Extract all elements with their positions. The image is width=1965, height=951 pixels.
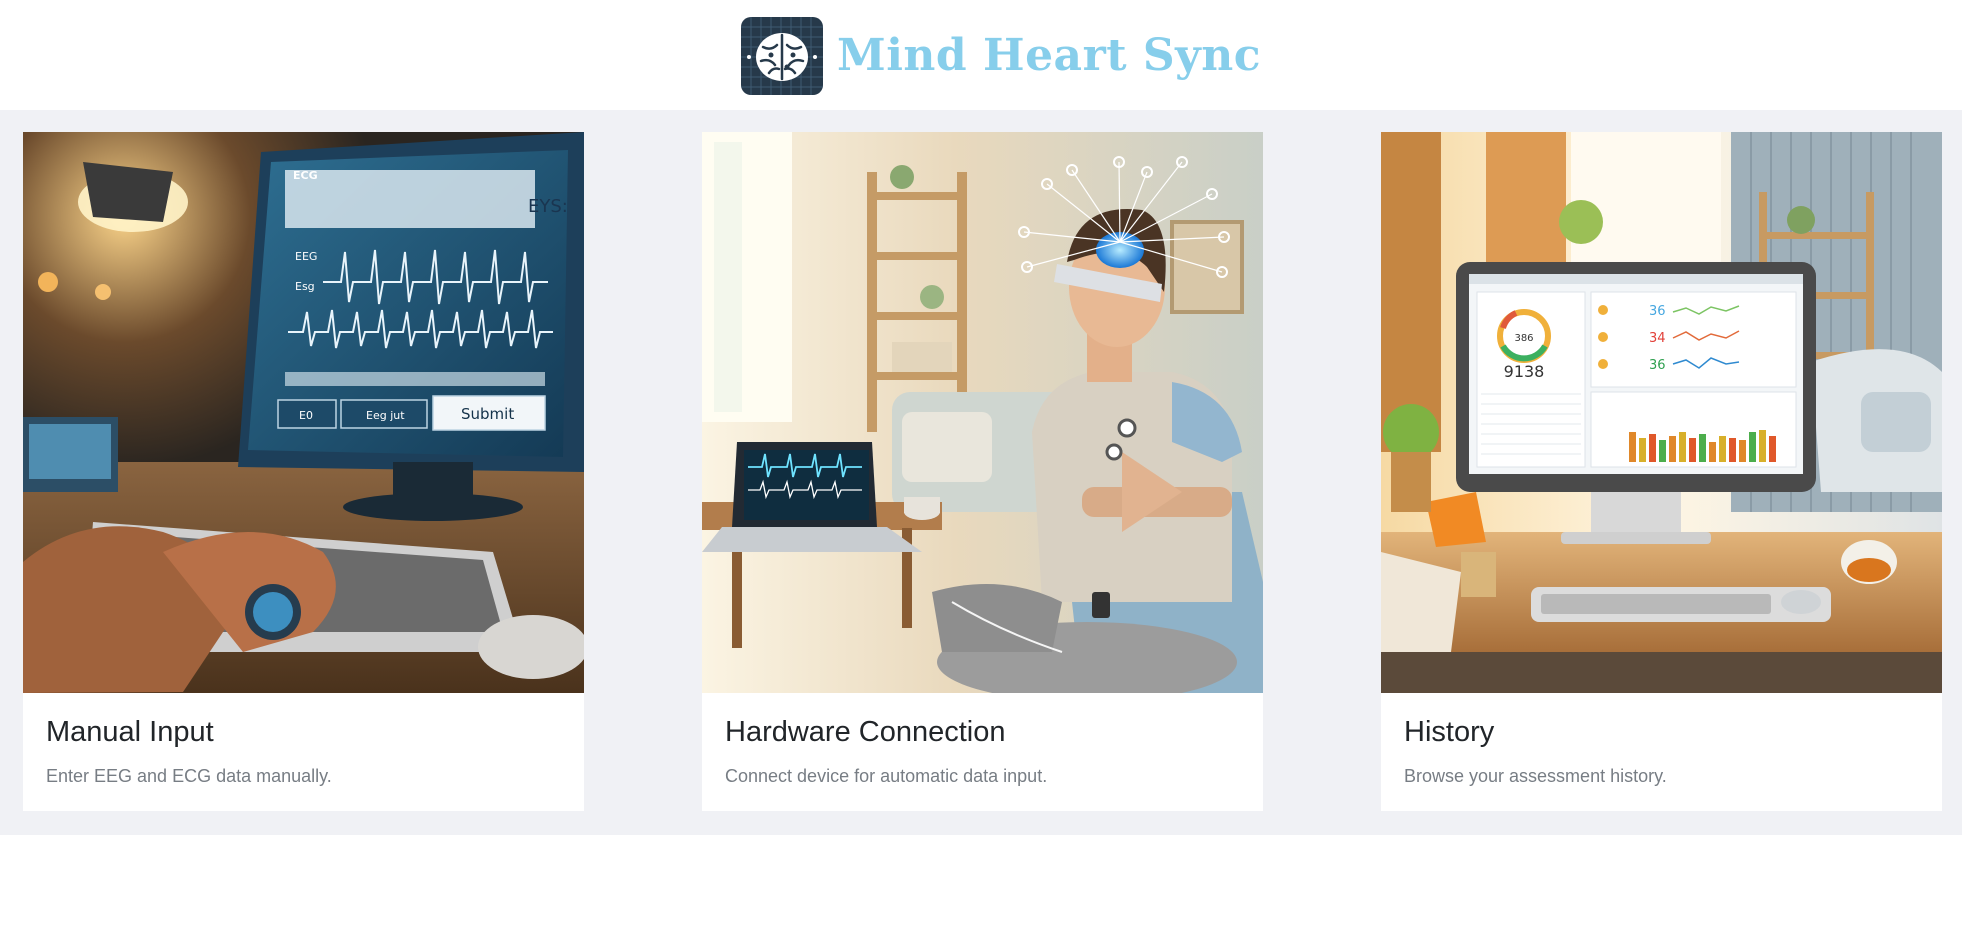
brain-circuit-icon — [741, 16, 823, 95]
site-header: Mind Heart Sync — [0, 0, 1965, 110]
screen-row-esg: Esg — [295, 280, 315, 293]
history-image: 386 9138 36 34 36 — [1381, 132, 1942, 693]
screen-submit: Submit — [461, 405, 514, 423]
history-metric-2: 34 — [1649, 331, 1666, 346]
screen-row-eeg: EEG — [295, 250, 317, 263]
history-metric-3: 36 — [1649, 358, 1666, 373]
card-history[interactable]: 386 9138 36 34 36 History Browse your as… — [1381, 132, 1942, 811]
card-description: Enter EEG and ECG data manually. — [46, 766, 332, 786]
site-title[interactable]: Mind Heart Sync — [837, 30, 1261, 81]
card-title: Manual Input — [46, 716, 214, 748]
screen-button-e0: E0 — [299, 409, 313, 422]
card-hardware-connection[interactable]: Hardware Connection Connect device for a… — [702, 132, 1263, 811]
screen-badge: EYS: — [528, 196, 568, 217]
hardware-connection-image — [702, 132, 1263, 693]
card-title: History — [1404, 716, 1495, 748]
manual-input-image: ECG EYS: EEG Esg E0 Eeg jut Submit — [23, 132, 584, 693]
screen-button-eeg-jut: Eeg jut — [366, 409, 405, 422]
screen-title: ECG — [293, 169, 318, 182]
history-metric-1: 36 — [1649, 304, 1666, 319]
card-description: Browse your assessment history. — [1404, 766, 1667, 786]
history-score: 9138 — [1504, 362, 1545, 381]
card-title: Hardware Connection — [725, 716, 1006, 748]
brand-link[interactable]: Mind Heart Sync — [741, 14, 1261, 97]
history-gauge-value: 386 — [1514, 333, 1533, 344]
card-description: Connect device for automatic data input. — [725, 766, 1048, 786]
card-manual-input[interactable]: ECG EYS: EEG Esg E0 Eeg jut Submit Manua… — [23, 132, 584, 811]
